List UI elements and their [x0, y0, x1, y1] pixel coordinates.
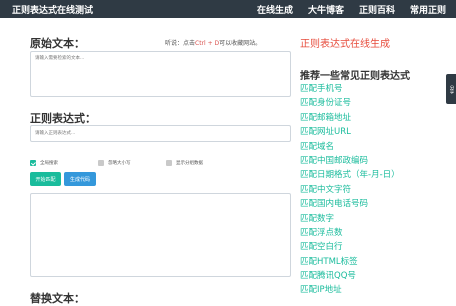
option-ignore-case[interactable]: 忽略大小写: [98, 160, 131, 166]
regex-link-ip[interactable]: 匹配IP地址: [300, 283, 400, 297]
ignore-case-checkbox[interactable]: [98, 160, 104, 166]
tip-key: Ctrl + D: [195, 40, 220, 47]
share-tab[interactable]: 分享: [446, 74, 456, 104]
show-groups-label: 显示分组数据: [176, 161, 203, 166]
site-brand[interactable]: 正则表达式在线测试: [12, 3, 93, 16]
top-navbar: 正则表达式在线测试 在线生成 大牛博客 正则百科 常用正则: [0, 0, 456, 18]
nav-link-common-regex[interactable]: 常用正则: [410, 3, 446, 16]
option-global[interactable]: 全局搜索: [30, 160, 58, 166]
ignore-case-label: 忽略大小写: [108, 161, 131, 166]
regex-link-mobile[interactable]: 匹配手机号: [300, 82, 400, 96]
regex-link-domain[interactable]: 匹配域名: [300, 140, 400, 154]
regex-link-chinese[interactable]: 匹配中文字符: [300, 183, 400, 197]
source-text-label: 原始文本：: [30, 37, 85, 50]
regex-link-url[interactable]: 匹配网址URL: [300, 125, 400, 139]
sidebar-title-link[interactable]: 正则表达式在线生成: [300, 35, 390, 50]
regex-link-number[interactable]: 匹配数字: [300, 212, 400, 226]
regex-link-postcode[interactable]: 匹配中国邮政编码: [300, 154, 400, 168]
regex-link-email[interactable]: 匹配邮箱地址: [300, 111, 400, 125]
match-button[interactable]: 开始匹配: [30, 172, 61, 186]
replace-text-label: 替换文本：: [30, 292, 85, 305]
global-checkbox[interactable]: [30, 160, 36, 166]
bookmark-tip: 听说：点击Ctrl + D可以收藏网站。: [165, 38, 261, 47]
option-show-groups[interactable]: 显示分组数据: [166, 160, 203, 166]
generate-code-button[interactable]: 生成代码: [64, 172, 96, 186]
tip-prefix: 听说：点击: [165, 40, 196, 47]
nav-link-wiki[interactable]: 正则百科: [359, 3, 395, 16]
tip-suffix: 可以收藏网站。: [219, 40, 262, 47]
regex-link-html-tag[interactable]: 匹配HTML标签: [300, 255, 400, 269]
nav-link-blog[interactable]: 大牛博客: [308, 3, 344, 16]
regex-link-qq[interactable]: 匹配腾讯QQ号: [300, 269, 400, 283]
regex-input[interactable]: [30, 125, 291, 142]
nav-links: 在线生成 大牛博客 正则百科 常用正则: [257, 3, 456, 16]
source-text-input[interactable]: [30, 51, 291, 97]
sidebar-heading: 推荐一些常见正则表达式: [300, 71, 410, 82]
regex-label: 正则表达式：: [30, 112, 96, 125]
regex-link-date[interactable]: 匹配日期格式（年-月-日）: [300, 168, 400, 182]
global-label: 全局搜索: [40, 161, 58, 166]
regex-link-phone[interactable]: 匹配国内电话号码: [300, 197, 400, 211]
nav-link-online-generate[interactable]: 在线生成: [257, 3, 293, 16]
regex-link-blank-line[interactable]: 匹配空白行: [300, 240, 400, 254]
regex-link-float[interactable]: 匹配浮点数: [300, 226, 400, 240]
regex-link-id-card[interactable]: 匹配身份证号: [300, 96, 400, 110]
common-regex-list: 匹配手机号 匹配身份证号 匹配邮箱地址 匹配网址URL 匹配域名 匹配中国邮政编…: [300, 82, 400, 298]
show-groups-checkbox[interactable]: [166, 160, 172, 166]
result-output[interactable]: [30, 193, 291, 277]
